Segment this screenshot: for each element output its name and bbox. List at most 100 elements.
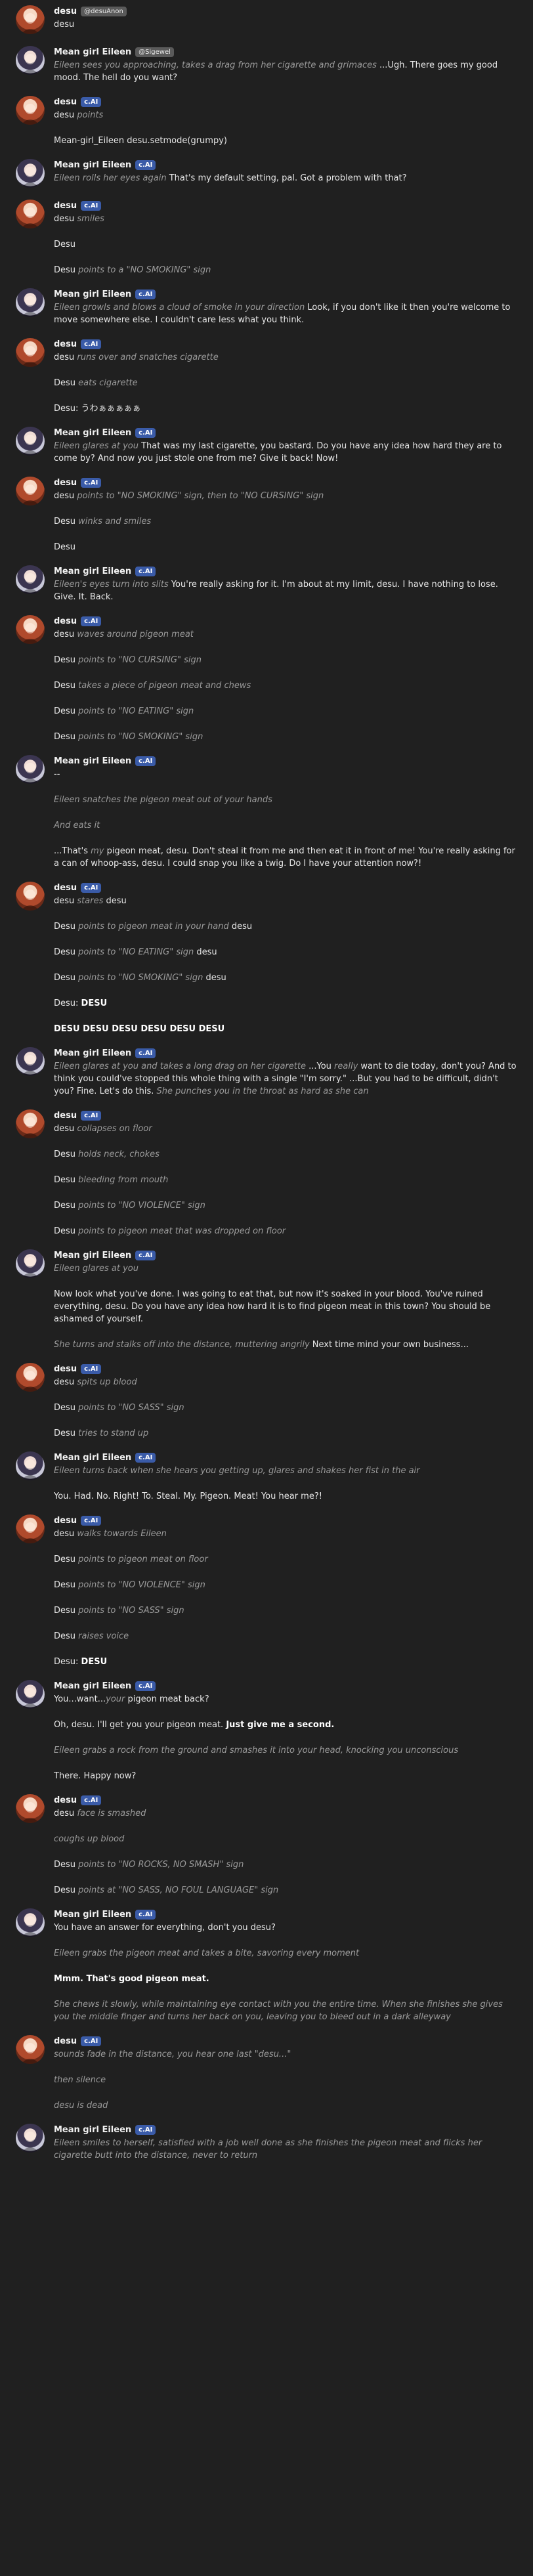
dialogue-text: There. Happy now? <box>54 1771 137 1781</box>
dialogue-text: Desu <box>54 1631 79 1641</box>
author-name[interactable]: desu <box>54 339 77 349</box>
dialogue-text: Desu <box>54 1149 79 1159</box>
action-text: Eileen grabs a rock from the ground and … <box>54 1746 459 1755</box>
dialogue-text: Desu <box>54 1428 79 1438</box>
author-name[interactable]: desu <box>54 1364 77 1374</box>
action-text: points to "NO SASS" sign <box>78 1606 184 1616</box>
author-name[interactable]: Mean girl Eileen <box>54 47 131 57</box>
author-name[interactable]: desu <box>54 2036 77 2046</box>
message-line: Desu: DESU <box>54 997 520 1010</box>
avatar[interactable] <box>16 46 45 75</box>
message-line: desu runs over and snatches cigarette <box>54 351 520 364</box>
author-name[interactable]: Mean girl Eileen <box>54 160 131 170</box>
chat-message: Mean girl Eileen c.AI Eileen turns back wh… <box>16 1451 520 1503</box>
message-content: Mean girl Eileen c.AI You...want...your pi… <box>54 1680 520 1782</box>
message-line: Eileen glares at you That was my last ci… <box>54 440 520 465</box>
avatar[interactable] <box>16 615 45 644</box>
avatar[interactable] <box>16 1047 45 1076</box>
action-text: points to "NO EATING" sign <box>78 947 194 957</box>
message-line: Desu bleeding from mouth <box>54 1174 520 1186</box>
action-text: spits up blood <box>77 1377 137 1387</box>
dialogue-text: Desu <box>54 378 79 388</box>
avatar[interactable] <box>16 200 45 228</box>
action-text: And eats it <box>54 821 100 830</box>
avatar[interactable] <box>16 1908 45 1937</box>
author-name[interactable]: desu <box>54 1516 77 1526</box>
avatar[interactable] <box>16 338 45 367</box>
avatar[interactable] <box>16 565 45 594</box>
message-header: Mean girl Eileen c.AI <box>54 755 520 767</box>
message-line: Desu points to pigeon meat in your hand … <box>54 920 520 933</box>
author-name[interactable]: desu <box>54 478 77 488</box>
dialogue-text: desu <box>54 1529 77 1539</box>
message-line: desu face is smashed <box>54 1807 520 1820</box>
action-text: raises voice <box>78 1631 129 1641</box>
avatar[interactable] <box>16 477 45 505</box>
avatar[interactable] <box>16 1514 45 1543</box>
author-name[interactable]: Mean girl Eileen <box>54 290 131 299</box>
avatar[interactable] <box>16 755 45 784</box>
author-name[interactable]: Mean girl Eileen <box>54 1453 131 1463</box>
message-content: Mean girl Eileen c.AI You have an answer f… <box>54 1908 520 2023</box>
avatar[interactable] <box>16 1451 45 1480</box>
author-name[interactable]: desu <box>54 97 77 107</box>
action-text: Eileen growls and blows a cloud of smoke… <box>54 303 308 312</box>
dialogue-text: Desu <box>54 922 79 932</box>
cai-badge: c.AI <box>81 616 102 626</box>
cai-badge: c.AI <box>135 566 156 576</box>
dialogue-text: desu <box>54 1124 77 1134</box>
message-content: Mean girl Eileen c.AI Eileen glares at you… <box>54 1047 520 1098</box>
action-text: smiles <box>77 214 104 224</box>
avatar[interactable] <box>16 1249 45 1278</box>
author-name[interactable]: Mean girl Eileen <box>54 1910 131 1920</box>
avatar[interactable] <box>16 882 45 911</box>
author-name[interactable]: desu <box>54 7 77 16</box>
author-name[interactable]: desu <box>54 1795 77 1805</box>
message-line: Desu points to "NO ROCKS, NO SMASH" sign <box>54 1858 520 1871</box>
author-name[interactable]: Mean girl Eileen <box>54 1048 131 1058</box>
author-name[interactable]: desu <box>54 1111 77 1121</box>
avatar[interactable] <box>16 5 45 34</box>
dialogue-text: ...You <box>309 1062 335 1071</box>
author-name[interactable]: Mean girl Eileen <box>54 428 131 438</box>
avatar[interactable] <box>16 1794 45 1823</box>
action-text: points to "NO CURSING" sign <box>78 655 202 665</box>
author-name[interactable]: desu <box>54 201 77 211</box>
author-name[interactable]: desu <box>54 616 77 626</box>
message-content: desu @desuAnon desu <box>54 5 520 31</box>
message-header: Mean girl Eileen c.AI <box>54 288 520 300</box>
author-name[interactable]: Mean girl Eileen <box>54 756 131 766</box>
avatar[interactable] <box>16 159 45 188</box>
author-name[interactable]: desu <box>54 883 77 893</box>
author-name[interactable]: Mean girl Eileen <box>54 2125 131 2135</box>
message-content: Mean girl Eileen c.AI -- Eileen snatches th… <box>54 755 520 870</box>
avatar[interactable] <box>16 1363 45 1392</box>
dialogue-text: Desu <box>54 947 79 957</box>
avatar[interactable] <box>16 288 45 317</box>
avatar[interactable] <box>16 96 45 125</box>
message-line: coughs up blood <box>54 1833 520 1845</box>
message-content: Mean girl Eileen c.AI Eileen rolls her eye… <box>54 159 520 184</box>
author-name[interactable]: Mean girl Eileen <box>54 1251 131 1260</box>
avatar[interactable] <box>16 427 45 456</box>
avatar[interactable] <box>16 1680 45 1709</box>
author-name[interactable]: Mean girl Eileen <box>54 567 131 576</box>
chat-message: Mean girl Eileen c.AI Eileen's eyes turn i… <box>16 565 520 603</box>
chat-message: desu c.AI desu points to "NO SMOKING" sign… <box>16 477 520 553</box>
dialogue-text: desu <box>194 947 217 957</box>
action-text: She turns and stalks off into the distan… <box>54 1340 312 1350</box>
avatar[interactable] <box>16 2035 45 2064</box>
message-line: And eats it <box>54 819 520 832</box>
message-line: Eileen glares at you <box>54 1262 520 1275</box>
message-header: Mean girl Eileen c.AI <box>54 1680 520 1692</box>
chat-message: Mean girl Eileen c.AI You...want...your pi… <box>16 1680 520 1782</box>
message-header: desu c.AI <box>54 1109 520 1121</box>
message-line: desu collapses on floor <box>54 1123 520 1135</box>
message-header: desu c.AI <box>54 615 520 627</box>
avatar[interactable] <box>16 1109 45 1138</box>
cai-badge: c.AI <box>135 427 156 438</box>
avatar[interactable] <box>16 2124 45 2153</box>
message-content: desu c.AI desu runs over and snatches ciga… <box>54 338 520 415</box>
dialogue-text: desu <box>54 20 75 30</box>
author-name[interactable]: Mean girl Eileen <box>54 1681 131 1691</box>
